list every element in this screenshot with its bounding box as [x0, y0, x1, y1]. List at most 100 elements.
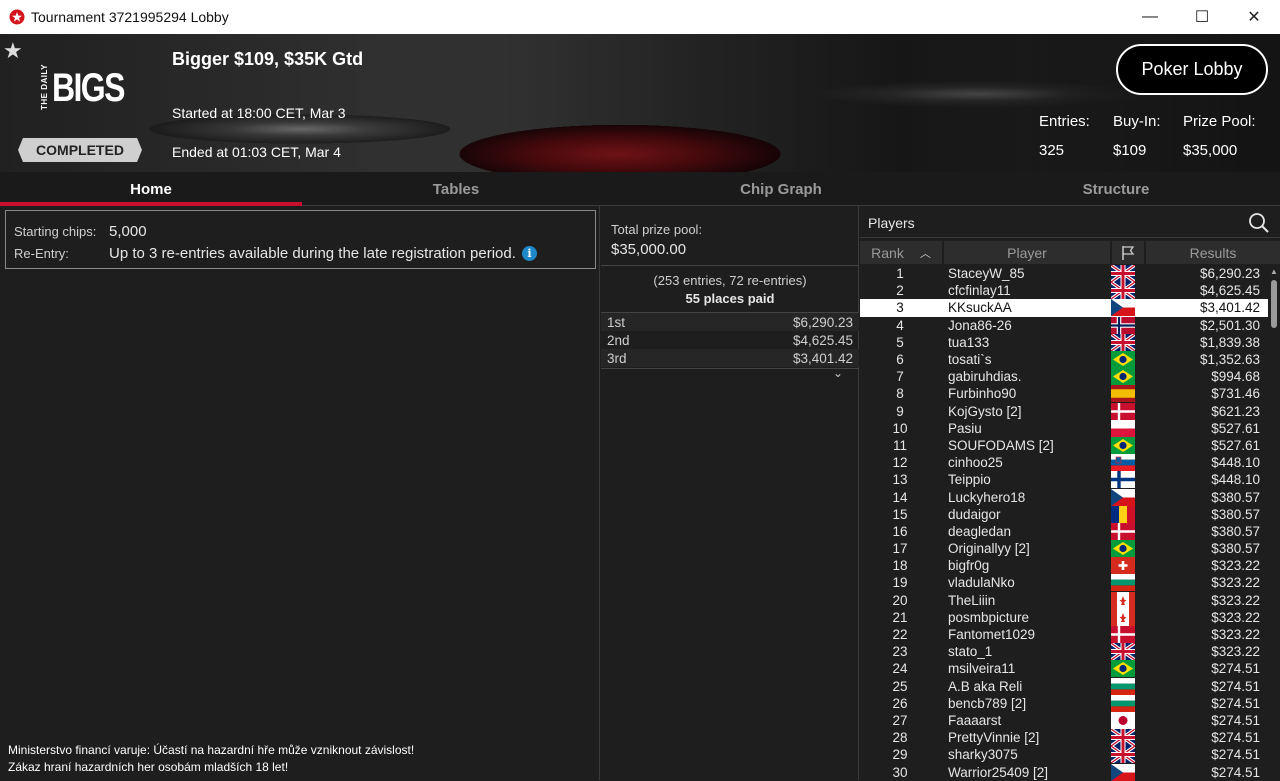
country-column-header[interactable] [1112, 241, 1144, 264]
player-result: $3,401.42 [1199, 300, 1260, 316]
player-result: $274.51 [1211, 661, 1260, 677]
country-flag-icon [1110, 299, 1136, 317]
player-row[interactable]: 11 SOUFODAMS [2] $527.61 [860, 436, 1268, 454]
player-column-header[interactable]: Player [944, 241, 1110, 264]
tab-structure[interactable]: Structure [952, 172, 1280, 206]
payout-amount: $6,290.23 [792, 314, 853, 330]
player-row[interactable]: 1 StaceyW_85 $6,290.23 [860, 265, 1268, 283]
divider [601, 265, 859, 266]
player-result: $274.51 [1211, 747, 1260, 763]
player-row[interactable]: 24 msilveira11 $274.51 [860, 660, 1268, 678]
player-row[interactable]: 7 gabiruhdias. $994.68 [860, 368, 1268, 386]
player-row[interactable]: 9 KojGysto [2] $621.23 [860, 402, 1268, 420]
entries-breakdown: (253 entries, 72 re-entries) [653, 273, 807, 288]
poker-lobby-button[interactable]: Poker Lobby [1116, 44, 1268, 95]
info-icon[interactable]: i [521, 245, 537, 261]
player-row[interactable]: 30 Warrior25409 [2] $274.51 [860, 763, 1268, 781]
scrollbar-thumb[interactable] [1271, 280, 1277, 328]
player-result: $323.22 [1211, 644, 1260, 660]
player-rank: 7 [896, 369, 904, 385]
player-row[interactable]: 22 Fantomet1029 $323.22 [860, 626, 1268, 644]
player-name: tua133 [948, 334, 990, 350]
player-row[interactable]: 26 bencb789 [2] $274.51 [860, 694, 1268, 712]
player-name: bencb789 [2] [948, 695, 1027, 711]
player-row[interactable]: 10 Pasiu $527.61 [860, 419, 1268, 437]
player-name: KojGysto [2] [948, 403, 1022, 419]
player-row[interactable]: 2 cfcfinlay11 $4,625.45 [860, 282, 1268, 300]
country-flag-icon [1110, 282, 1136, 300]
close-button[interactable]: ✕ [1228, 0, 1280, 34]
player-result: $527.61 [1211, 420, 1260, 436]
rank-column-header[interactable]: Rank ︿ [860, 241, 942, 264]
prize-pool-value: $35,000 [1183, 142, 1238, 159]
favorite-star-icon[interactable]: ★ [3, 38, 23, 64]
player-row[interactable]: 8 Furbinho90 $731.46 [860, 385, 1268, 403]
player-result: $380.57 [1211, 506, 1260, 522]
player-row[interactable]: 18 bigfr0g $323.22 [860, 557, 1268, 575]
player-result: $380.57 [1211, 489, 1260, 505]
payout-place: 2nd [607, 332, 630, 348]
country-flag-icon [1110, 265, 1136, 283]
tournament-info-box: Starting chips: 5,000 Re-Entry: Up to 3 … [5, 210, 596, 269]
results-column-header[interactable]: Results [1146, 241, 1280, 264]
players-scrollbar[interactable]: ▲ [1268, 265, 1280, 780]
scroll-up-icon[interactable]: ▲ [1270, 267, 1278, 276]
player-name: cinhoo25 [948, 455, 1003, 471]
player-row[interactable]: 19 vladulaNko $323.22 [860, 574, 1268, 592]
player-name: PrettyVinnie [2] [948, 730, 1040, 746]
country-flag-icon [1110, 729, 1136, 747]
player-row[interactable]: 4 Jona86-26 $2,501.30 [860, 316, 1268, 334]
player-row[interactable]: 16 deagledan $380.57 [860, 522, 1268, 540]
total-prize-pool-value: $35,000.00 [611, 241, 687, 258]
player-row[interactable]: 5 tua133 $1,839.38 [860, 333, 1268, 351]
player-row[interactable]: 6 tosati`s $1,352.63 [860, 351, 1268, 369]
player-row[interactable]: 29 sharky3075 $274.51 [860, 746, 1268, 764]
flag-icon [1122, 245, 1135, 260]
tab-chip-graph[interactable]: Chip Graph [610, 172, 952, 206]
logo-big-text: BIGS [52, 66, 125, 110]
player-result: $527.61 [1211, 437, 1260, 453]
player-row[interactable]: 15 dudaigor $380.57 [860, 505, 1268, 523]
player-row[interactable]: 17 Originallyy [2] $380.57 [860, 540, 1268, 558]
player-result: $1,839.38 [1199, 334, 1260, 350]
status-badge: COMPLETED [18, 138, 142, 162]
maximize-button[interactable]: ☐ [1176, 0, 1228, 34]
search-icon[interactable] [1248, 212, 1270, 234]
player-rank: 29 [892, 747, 908, 763]
player-result: $448.10 [1211, 472, 1260, 488]
player-rank: 11 [892, 437, 907, 453]
player-row[interactable]: 28 PrettyVinnie [2] $274.51 [860, 729, 1268, 747]
minimize-button[interactable]: — [1124, 0, 1176, 34]
player-name: Fantomet1029 [948, 627, 1036, 643]
player-result: $1,352.63 [1199, 352, 1260, 368]
player-row[interactable]: 14 Luckyhero18 $380.57 [860, 488, 1268, 506]
country-flag-icon [1110, 763, 1136, 781]
player-row[interactable]: 21 posmbpicture $323.22 [860, 608, 1268, 626]
player-row[interactable]: 27 Faaaarst $274.51 [860, 711, 1268, 729]
player-row[interactable]: 23 stato_1 $323.22 [860, 643, 1268, 661]
payout-row: 2nd $4,625.45 [601, 331, 859, 349]
buyin-value: $109 [1113, 142, 1147, 159]
player-row[interactable]: 12 cinhoo25 $448.10 [860, 454, 1268, 472]
players-header: Players [860, 206, 1280, 238]
tab-home[interactable]: Home [0, 172, 302, 206]
player-row[interactable]: 3 KKsuckAA $3,401.42 [860, 299, 1268, 317]
entries-value: 325 [1039, 142, 1065, 159]
player-rank: 24 [892, 661, 908, 677]
tab-tables[interactable]: Tables [302, 172, 610, 206]
player-result: $380.57 [1211, 541, 1260, 557]
player-row[interactable]: 13 Teippio $448.10 [860, 471, 1268, 489]
chevron-down-icon[interactable]: ⌄ [833, 366, 843, 380]
player-rank: 16 [892, 523, 908, 539]
starting-chips-value: 5,000 [109, 222, 147, 240]
player-name: Originallyy [2] [948, 541, 1030, 557]
logo-small-text: THE DAILY [40, 64, 49, 110]
player-rank: 13 [892, 472, 908, 488]
payout-list: 1st $6,290.23 2nd $4,625.45 3rd $3,401.4… [601, 313, 859, 367]
player-rank: 22 [892, 627, 908, 643]
disclaimer-line-1: Ministerstvo financí varuje: Účastí na h… [8, 743, 415, 757]
player-row[interactable]: 25 A.B aka Reli $274.51 [860, 677, 1268, 695]
payout-place: 3rd [607, 350, 627, 366]
player-rank: 12 [892, 455, 908, 471]
player-row[interactable]: 20 TheLiiin $323.22 [860, 591, 1268, 609]
